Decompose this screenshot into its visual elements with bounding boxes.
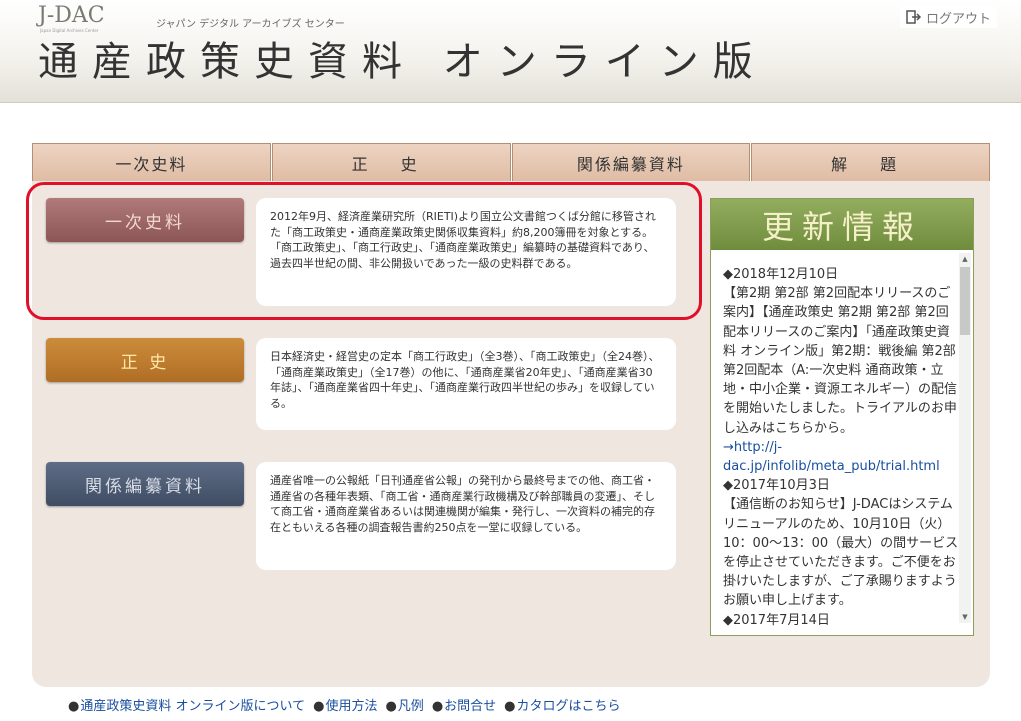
- logo-kana: ジャパン デジタル アーカイブズ センター: [156, 19, 345, 30]
- scroll-down-icon[interactable]: ▼: [960, 612, 970, 622]
- highlight-annotation: [26, 182, 702, 320]
- footer-link-label: カタログはこちら: [516, 699, 621, 714]
- news-date: ◆2018年12月10日: [723, 267, 839, 282]
- news-box: 更新情報 ◆2018年12月10日 【第2期 第2部 第2回配本リリースのご案内…: [710, 198, 974, 636]
- footer-link-label: 使用方法: [325, 699, 378, 714]
- site-header: J-DAC Japan Digital Archives Center ジャパン…: [0, 0, 1021, 103]
- footer-link-legend[interactable]: ●凡例: [385, 695, 423, 714]
- news-body: 【通信断のお知らせ】J-DACはシステムリニューアルのため、10月10日（火）1…: [723, 497, 959, 609]
- logo-subtext: Japan Digital Archives Center: [40, 28, 99, 33]
- footer-links: ●通産政策史資料 オンライン版について ●使用方法 ●凡例 ●お問合せ ●カタロ…: [68, 695, 621, 714]
- news-title: 更新情報: [711, 199, 973, 250]
- jdac-logo[interactable]: J-DAC Japan Digital Archives Center ジャパン…: [38, 3, 345, 34]
- news-body: 【第2期 第2部 第2回配本リリースのご案内】【通産政策史 第2期 第2部 第2…: [723, 286, 958, 436]
- news-list[interactable]: ◆2018年12月10日 【第2期 第2部 第2回配本リリースのご案内】【通産政…: [723, 265, 959, 629]
- tab-commentary[interactable]: 解 題: [751, 143, 990, 181]
- bullet-icon: ●: [431, 699, 444, 714]
- scroll-thumb[interactable]: [960, 267, 970, 335]
- page-title: 通産政策史資料 オンライン版: [38, 39, 767, 85]
- news-date: ◆2017年10月3日: [723, 478, 830, 494]
- bullet-icon: ●: [385, 699, 397, 714]
- related-materials-description: 通産省唯一の公報紙「日刊通産省公報」の発刊から最終号までの他、商工省・通産省の各…: [256, 462, 676, 570]
- main-tabs: 一次史料 正 史 関係編纂資料 解 題: [32, 143, 990, 181]
- footer-link-usage[interactable]: ●使用方法: [313, 695, 377, 714]
- bullet-icon: ●: [504, 699, 516, 714]
- footer-link-catalog[interactable]: ●カタログはこちら: [504, 695, 620, 714]
- bullet-icon: ●: [68, 699, 80, 714]
- related-materials-button[interactable]: 関係編纂資料: [46, 462, 244, 506]
- scroll-up-icon[interactable]: ▲: [960, 254, 970, 264]
- footer-link-contact[interactable]: ●お問合せ: [432, 695, 496, 714]
- official-history-button[interactable]: 正 史: [46, 338, 244, 382]
- footer-link-label: お問合せ: [444, 699, 497, 714]
- footer-link-about[interactable]: ●通産政策史資料 オンライン版について: [68, 695, 305, 714]
- trial-link[interactable]: →http://j-dac.jp/infolib/meta_pub/trial.…: [723, 438, 959, 476]
- logo-text: J-DAC: [38, 3, 105, 28]
- tab-related-materials[interactable]: 関係編纂資料: [511, 143, 751, 181]
- news-date: ◆2017年7月14日: [723, 612, 830, 628]
- logout-button[interactable]: ログアウト: [900, 6, 998, 28]
- logout-icon: [906, 10, 922, 24]
- footer-link-label: 通産政策史資料 オンライン版について: [80, 699, 306, 714]
- bullet-icon: ●: [313, 699, 325, 714]
- tab-primary-sources[interactable]: 一次史料: [32, 143, 271, 181]
- tab-official-history[interactable]: 正 史: [271, 143, 511, 181]
- footer-link-label: 凡例: [397, 699, 424, 714]
- official-history-description: 日本経済史・経営史の定本「商工行政史」（全3巻）、「商工政策史」（全24巻）、「…: [256, 338, 676, 430]
- news-scrollbar[interactable]: ▲ ▼: [959, 253, 971, 623]
- logout-label: ログアウト: [926, 11, 992, 27]
